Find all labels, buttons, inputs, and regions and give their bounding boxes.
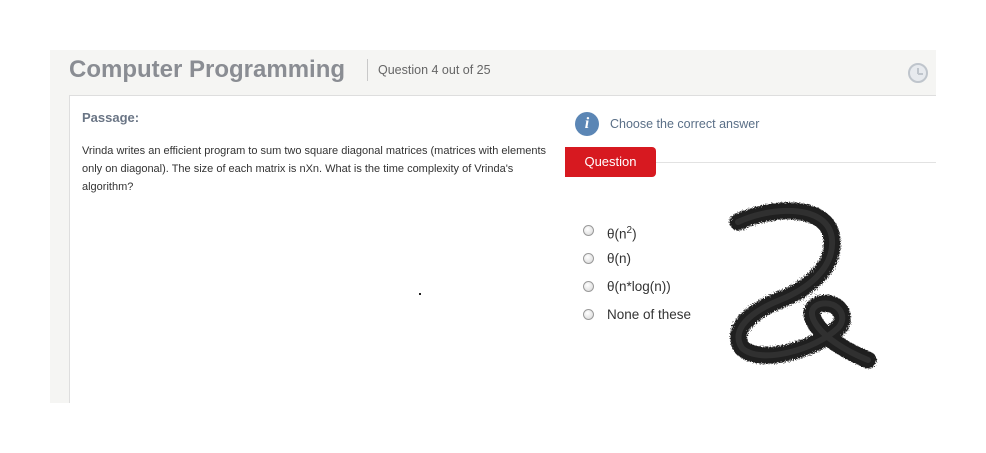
option-label: θ(n2): [607, 222, 637, 244]
option-label: None of these: [607, 307, 692, 322]
header: Computer Programming Question 4 out of 2…: [50, 50, 936, 94]
tab-divider: [656, 162, 936, 163]
question-counter: Question 4 out of 25: [378, 63, 491, 77]
stray-dot: [419, 293, 421, 295]
tab-question[interactable]: Question: [565, 147, 656, 177]
passage-panel: Passage: Vrinda writes an efficient prog…: [69, 95, 568, 403]
handwritten-scribble: [729, 202, 877, 369]
option-label-prefix: θ(n: [607, 226, 627, 242]
instruction-text: Choose the correct answer: [610, 117, 760, 131]
radio-button[interactable]: [583, 309, 594, 320]
clock-icon[interactable]: [908, 63, 928, 83]
radio-button[interactable]: [583, 253, 594, 264]
page-title: Computer Programming: [69, 56, 346, 83]
header-divider: [367, 59, 368, 81]
option-label: θ(n): [607, 251, 632, 266]
passage-heading: Passage:: [82, 110, 140, 125]
info-icon: i: [575, 112, 599, 136]
radio-button[interactable]: [583, 225, 594, 236]
passage-text: Vrinda writes an efficient program to su…: [82, 145, 547, 193]
option-label-suffix: ): [632, 226, 637, 242]
clock-hand-minute: [918, 73, 923, 75]
option-label: θ(n*log(n)): [607, 279, 671, 294]
radio-button[interactable]: [583, 281, 594, 292]
